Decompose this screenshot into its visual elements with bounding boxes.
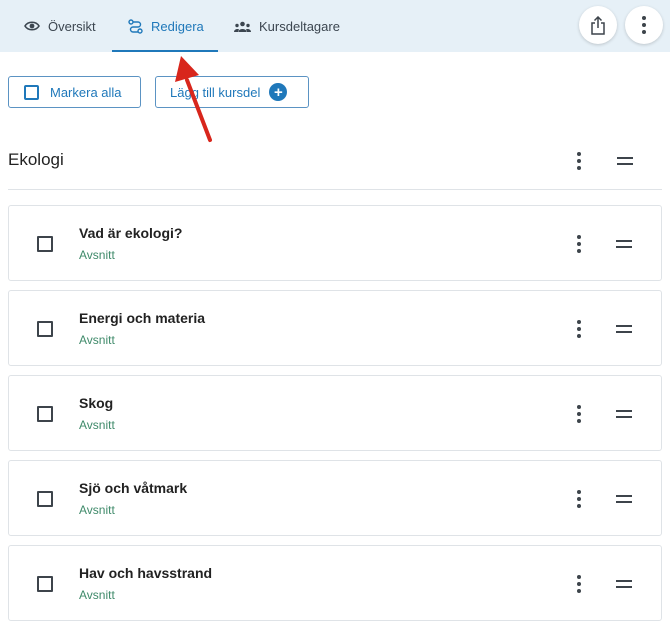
item-type: Avsnitt (79, 503, 115, 517)
item-title[interactable]: Energi och materia (79, 310, 205, 326)
item-more-icon[interactable] (569, 572, 589, 596)
section-drag-handle-icon[interactable] (617, 154, 637, 168)
item-checkbox[interactable] (37, 406, 53, 422)
item-more-icon[interactable] (569, 487, 589, 511)
item-checkbox[interactable] (37, 236, 53, 252)
section-divider (8, 189, 662, 190)
item-checkbox[interactable] (37, 491, 53, 507)
drag-handle-icon[interactable] (616, 237, 636, 251)
item-type: Avsnitt (79, 248, 115, 262)
list-item: Skog Avsnitt (8, 375, 662, 451)
item-type: Avsnitt (79, 333, 115, 347)
item-more-icon[interactable] (569, 402, 589, 426)
item-title[interactable]: Sjö och våtmark (79, 480, 187, 496)
section-more-icon[interactable] (569, 149, 589, 173)
list-item: Hav och havsstrand Avsnitt (8, 545, 662, 621)
item-more-icon[interactable] (569, 232, 589, 256)
drag-handle-icon[interactable] (616, 322, 636, 336)
list-item: Sjö och våtmark Avsnitt (8, 460, 662, 536)
list-item: Vad är ekologi? Avsnitt (8, 205, 662, 281)
item-checkbox[interactable] (37, 576, 53, 592)
drag-handle-icon[interactable] (616, 577, 636, 591)
item-title[interactable]: Skog (79, 395, 113, 411)
section-title: Ekologi (8, 150, 64, 169)
item-more-icon[interactable] (569, 317, 589, 341)
drag-handle-icon[interactable] (616, 407, 636, 421)
item-title[interactable]: Vad är ekologi? (79, 225, 182, 241)
item-title[interactable]: Hav och havsstrand (79, 565, 212, 581)
item-type: Avsnitt (79, 588, 115, 602)
drag-handle-icon[interactable] (616, 492, 636, 506)
list-item: Energi och materia Avsnitt (8, 290, 662, 366)
item-checkbox[interactable] (37, 321, 53, 337)
item-type: Avsnitt (79, 418, 115, 432)
